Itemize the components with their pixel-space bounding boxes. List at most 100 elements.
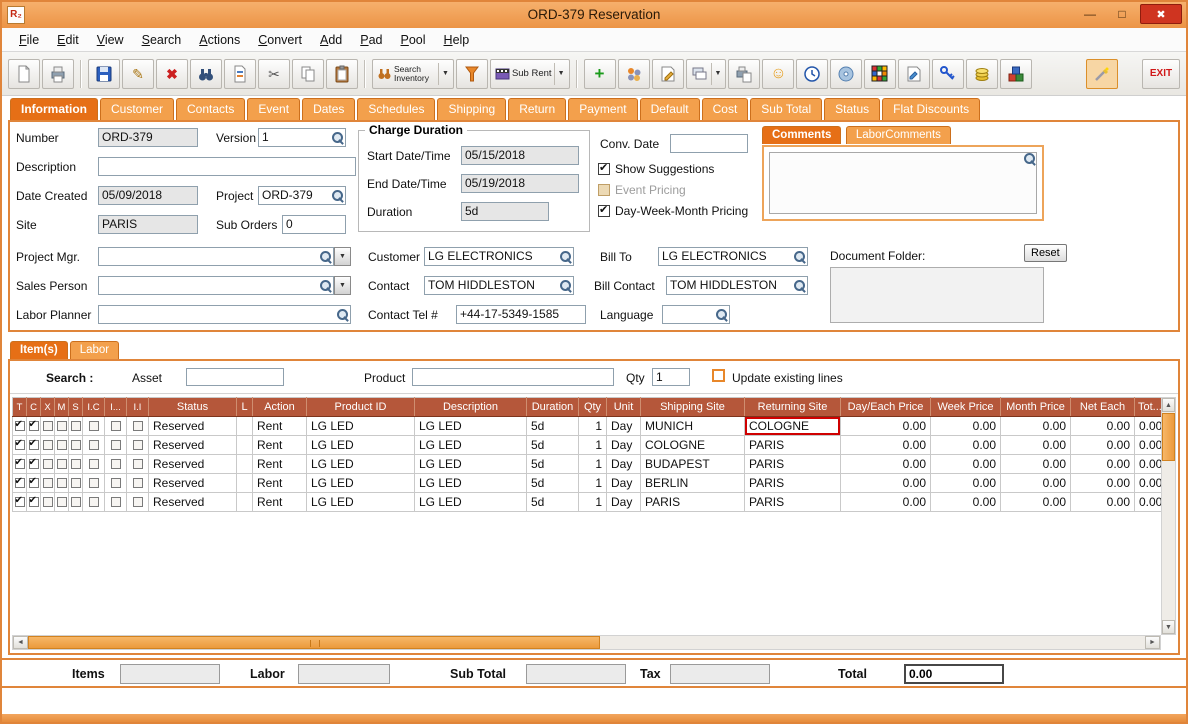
find-button[interactable] — [190, 59, 222, 89]
tab-laborcomments[interactable]: LaborComments — [846, 126, 951, 144]
cell-week-price[interactable]: 0.00 — [931, 455, 1001, 474]
column-header-net-each[interactable]: Net Each — [1071, 398, 1135, 417]
key-button[interactable] — [932, 59, 964, 89]
copy-special-button[interactable] — [224, 59, 256, 89]
exit-button[interactable]: EXIT — [1142, 59, 1180, 89]
cell-month-price[interactable]: 0.00 — [1001, 493, 1071, 512]
smiley-button[interactable]: ☺ — [762, 59, 794, 89]
reset-button[interactable]: Reset — [1024, 244, 1067, 262]
clock-button[interactable] — [796, 59, 828, 89]
items-total-field[interactable] — [120, 664, 220, 684]
cell-week-price[interactable]: 0.00 — [931, 417, 1001, 436]
cell-net-each[interactable]: 0.00 — [1071, 417, 1135, 436]
bill-contact-lookup-icon[interactable] — [793, 279, 806, 292]
document-folder-box[interactable] — [830, 267, 1044, 323]
sub-orders-field[interactable]: 0 — [282, 215, 346, 234]
row-flag-checkbox[interactable] — [83, 436, 105, 455]
cell-unit[interactable]: Day — [607, 455, 641, 474]
scroll-up-icon[interactable]: ▲ — [1162, 398, 1175, 412]
cell-net-each[interactable]: 0.00 — [1071, 436, 1135, 455]
menu-actions[interactable]: Actions — [190, 30, 249, 50]
sub-total-field[interactable] — [526, 664, 626, 684]
cell-tot[interactable]: 0.00 — [1135, 436, 1163, 455]
cell-unit[interactable]: Day — [607, 417, 641, 436]
tab-customer[interactable]: Customer — [100, 98, 174, 120]
grand-total-field[interactable]: 0.00 — [904, 664, 1004, 684]
save-button[interactable] — [88, 59, 120, 89]
end-date-field[interactable]: 05/19/2018 — [461, 174, 579, 193]
customer-lookup-icon[interactable] — [559, 250, 572, 263]
scroll-down-icon[interactable]: ▼ — [1162, 620, 1175, 634]
cell-action[interactable]: Rent — [253, 436, 307, 455]
column-header-i-i[interactable]: I.I — [127, 398, 149, 417]
cell-returning-site[interactable]: PARIS — [745, 474, 841, 493]
row-flag-checkbox[interactable] — [55, 417, 69, 436]
cell-week-price[interactable]: 0.00 — [931, 493, 1001, 512]
customer-field[interactable]: LG ELECTRONICS — [424, 247, 574, 266]
cell-status[interactable]: Reserved — [149, 436, 237, 455]
grid-row[interactable]: ReservedRentLG LEDLG LED5d1DayBERLINPARI… — [13, 474, 1163, 493]
row-flag-checkbox[interactable] — [27, 474, 41, 493]
dwm-pricing-checkbox[interactable]: Day-Week-Month Pricing — [598, 204, 748, 218]
tab-dates[interactable]: Dates — [302, 98, 355, 120]
row-flag-checkbox[interactable] — [27, 417, 41, 436]
cell-duration[interactable]: 5d — [527, 417, 579, 436]
cell-tot[interactable]: 0.00 — [1135, 455, 1163, 474]
row-flag-checkbox[interactable] — [55, 493, 69, 512]
cell-action[interactable]: Rent — [253, 474, 307, 493]
grid-row[interactable]: ReservedRentLG LEDLG LED5d1DayCOLOGNEPAR… — [13, 436, 1163, 455]
bill-to-field[interactable]: LG ELECTRONICS — [658, 247, 808, 266]
cell-action[interactable]: Rent — [253, 455, 307, 474]
number-field[interactable]: ORD-379 — [98, 128, 198, 147]
cell-action[interactable]: Rent — [253, 417, 307, 436]
tax-field[interactable] — [670, 664, 770, 684]
row-flag-checkbox[interactable] — [127, 455, 149, 474]
cell-shipping-site[interactable]: MUNICH — [641, 417, 745, 436]
cell-unit[interactable]: Day — [607, 493, 641, 512]
row-flag-checkbox[interactable] — [69, 493, 83, 512]
row-flag-checkbox[interactable] — [69, 417, 83, 436]
cell-duration[interactable]: 5d — [527, 436, 579, 455]
column-header-unit[interactable]: Unit — [607, 398, 641, 417]
row-flag-checkbox[interactable] — [41, 417, 55, 436]
row-flag-checkbox[interactable] — [83, 493, 105, 512]
row-flag-checkbox[interactable] — [13, 493, 27, 512]
column-header-week-price[interactable]: Week Price — [931, 398, 1001, 417]
cell-qty[interactable]: 1 — [579, 436, 607, 455]
row-flag-checkbox[interactable] — [41, 455, 55, 474]
cell-product-id[interactable]: LG LED — [307, 436, 415, 455]
column-header-c[interactable]: C — [27, 398, 41, 417]
row-flag-checkbox[interactable] — [69, 455, 83, 474]
column-header-i[interactable]: I... — [105, 398, 127, 417]
column-header-i-c[interactable]: I.C — [83, 398, 105, 417]
row-flag-checkbox[interactable] — [105, 455, 127, 474]
cell-day-each-price[interactable]: 0.00 — [841, 493, 931, 512]
column-header-description[interactable]: Description — [415, 398, 527, 417]
row-flag-checkbox[interactable] — [105, 436, 127, 455]
column-header-qty[interactable]: Qty — [579, 398, 607, 417]
cell-unit[interactable]: Day — [607, 474, 641, 493]
row-flag-checkbox[interactable] — [105, 474, 127, 493]
menu-add[interactable]: Add — [311, 30, 351, 50]
row-flag-checkbox[interactable] — [27, 436, 41, 455]
event-pricing-checkbox[interactable]: Event Pricing — [598, 183, 686, 197]
groups-button[interactable] — [618, 59, 650, 89]
duration-field[interactable]: 5d — [461, 202, 549, 221]
cell-shipping-site[interactable]: BUDAPEST — [641, 455, 745, 474]
site-field[interactable]: PARIS — [98, 215, 198, 234]
sales-person-lookup-icon[interactable] — [319, 279, 332, 292]
column-header-s[interactable]: S — [69, 398, 83, 417]
row-flag-checkbox[interactable] — [41, 436, 55, 455]
cell-duration[interactable]: 5d — [527, 493, 579, 512]
horizontal-scroll-thumb[interactable] — [28, 636, 600, 649]
grid-row[interactable]: ReservedRentLG LEDLG LED5d1DayPARISPARIS… — [13, 493, 1163, 512]
row-flag-checkbox[interactable] — [83, 474, 105, 493]
column-header-m[interactable]: M — [55, 398, 69, 417]
cell-tot[interactable]: 0.00 — [1135, 493, 1163, 512]
cell-returning-site[interactable]: PARIS — [745, 436, 841, 455]
cell-status[interactable]: Reserved — [149, 474, 237, 493]
cell-l[interactable] — [237, 417, 253, 436]
cell-product-id[interactable]: LG LED — [307, 493, 415, 512]
column-header-product-id[interactable]: Product ID — [307, 398, 415, 417]
row-flag-checkbox[interactable] — [55, 474, 69, 493]
